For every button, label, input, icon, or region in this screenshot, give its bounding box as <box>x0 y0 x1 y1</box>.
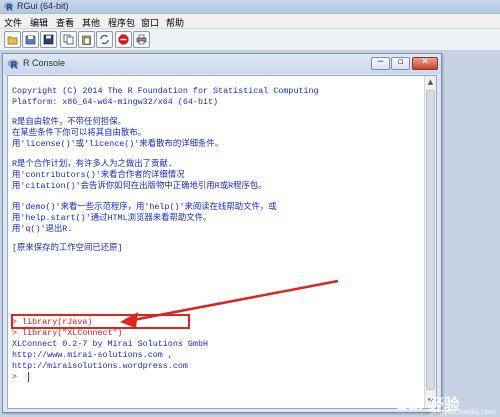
console-line: 用'license()'或'licence()'来看散布的详细条件。 <box>12 139 224 149</box>
menubar: 文件 编辑 查看 其他 程序包 窗口 帮助 <box>0 14 500 29</box>
menu-windows[interactable]: 窗口 <box>141 16 159 29</box>
stop-button[interactable] <box>115 31 132 48</box>
print-button[interactable] <box>133 31 150 48</box>
menu-packages[interactable]: 程序包 <box>108 16 135 29</box>
watermark-site: jingyan.baidu.com <box>431 408 496 416</box>
app-title: RGui (64-bit) <box>17 1 69 11</box>
toolbar <box>0 29 500 51</box>
open-script-icon <box>7 36 18 45</box>
scroll-thumb[interactable] <box>426 90 435 390</box>
save-workspace-icon <box>43 34 54 45</box>
console-line: [原来保存的工作空间已还原] <box>12 243 123 253</box>
close-icon: ✕ <box>421 57 429 67</box>
paste-button[interactable] <box>78 31 95 48</box>
menu-edit[interactable]: 编辑 <box>30 16 48 29</box>
stop-icon <box>118 34 129 45</box>
console-output[interactable]: Copyright (C) 2014 The R Foundation for … <box>7 75 437 409</box>
console-input-line: > library("XLConnect") <box>12 328 123 338</box>
paste-icon <box>82 35 91 45</box>
console-line: Copyright (C) 2014 The R Foundation for … <box>12 86 319 96</box>
rgui-window: R RGui (64-bit) 文件 编辑 查看 其他 程序包 窗口 帮助 R … <box>0 0 500 417</box>
load-workspace-button[interactable] <box>22 31 39 48</box>
app-titlebar[interactable]: R RGui (64-bit) <box>0 0 500 14</box>
maximize-button[interactable]: ▫ <box>391 57 410 70</box>
text-cursor <box>28 372 29 382</box>
close-button[interactable]: ✕ <box>412 57 438 70</box>
console-scrollbar[interactable]: ▲ ▼ <box>424 76 436 408</box>
console-titlebar[interactable]: R R Console − ▫ ✕ <box>3 54 441 74</box>
menu-help[interactable]: 帮助 <box>166 16 184 29</box>
console-line: XLConnect 0.2-7 by Mirai Solutions GmbH <box>12 339 209 349</box>
maximize-icon: ▫ <box>397 57 404 67</box>
menu-file[interactable]: 文件 <box>4 16 22 29</box>
copy-icon <box>63 34 74 45</box>
r-console-window: R R Console − ▫ ✕ Copyright (C) 2014 The… <box>2 53 442 413</box>
console-line: 用'q()'退出R. <box>12 224 73 234</box>
menu-view[interactable]: 查看 <box>56 16 74 29</box>
minimize-button[interactable]: − <box>371 57 390 70</box>
copy-paste-button[interactable] <box>96 31 113 48</box>
console-line: http://miraisolutions.wordpress.com <box>12 361 188 371</box>
svg-text:R: R <box>6 4 13 13</box>
load-workspace-icon <box>25 35 36 45</box>
copy-button[interactable] <box>60 31 77 48</box>
baidu-jingyan-watermark: Bai 经验 jingyan.baidu.com <box>396 391 500 417</box>
console-title: R Console <box>23 58 66 68</box>
console-line: Platform: x86_64-w64-mingw32/x64 (64-bit… <box>12 97 219 107</box>
save-workspace-button[interactable] <box>40 31 57 48</box>
print-icon <box>136 34 147 45</box>
console-line: http://www.mirai-solutions.com , <box>12 350 173 360</box>
copy-paste-icon <box>100 34 109 45</box>
svg-text:R: R <box>10 61 18 71</box>
r-logo-icon: R <box>3 2 14 13</box>
r-logo-icon: R <box>7 59 19 71</box>
annotation-highlight-box <box>11 314 190 329</box>
minimize-icon: − <box>376 57 385 67</box>
scroll-up-icon[interactable]: ▲ <box>425 76 436 88</box>
console-prompt[interactable]: > <box>12 372 22 382</box>
open-script-button[interactable] <box>4 31 21 48</box>
menu-misc[interactable]: 其他 <box>82 16 100 29</box>
console-line: 用'citation()'会告诉你如何在出版物中正确地引用R或R程序包。 <box>12 181 267 191</box>
